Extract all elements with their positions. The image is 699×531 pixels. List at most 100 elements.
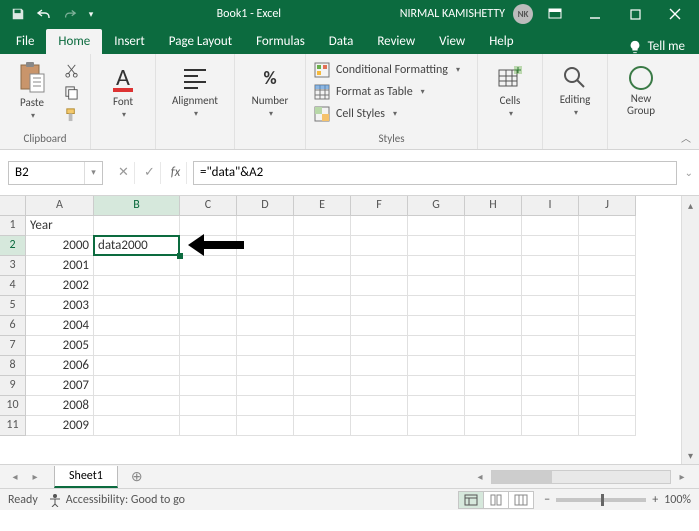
cell[interactable] [237, 236, 294, 256]
cell[interactable] [180, 316, 237, 336]
cell[interactable] [237, 416, 294, 436]
cell[interactable] [294, 216, 351, 236]
horizontal-scrollbar[interactable] [491, 470, 671, 484]
cell[interactable] [579, 236, 636, 256]
cell[interactable] [522, 216, 579, 236]
cell[interactable] [408, 376, 465, 396]
cell[interactable] [579, 396, 636, 416]
vertical-scrollbar[interactable]: ▴ ▾ [681, 196, 699, 464]
cell[interactable] [237, 356, 294, 376]
cell[interactable] [579, 336, 636, 356]
cell[interactable] [522, 336, 579, 356]
cell[interactable] [351, 256, 408, 276]
cell[interactable] [294, 256, 351, 276]
row-header[interactable]: 10 [0, 396, 26, 416]
column-header[interactable]: B [94, 196, 180, 216]
zoom-control[interactable]: − + 100% [544, 493, 691, 507]
cell[interactable] [579, 416, 636, 436]
cell[interactable] [465, 376, 522, 396]
cell[interactable]: 2001 [26, 256, 94, 276]
collapse-ribbon-icon[interactable]: ︿ [681, 130, 691, 145]
column-header[interactable]: E [294, 196, 351, 216]
user-avatar[interactable]: NK [513, 4, 533, 24]
cell[interactable] [351, 356, 408, 376]
cell[interactable] [522, 356, 579, 376]
cell[interactable] [351, 216, 408, 236]
cell[interactable] [408, 316, 465, 336]
maximize-icon[interactable] [617, 0, 653, 28]
cancel-formula-icon[interactable]: ✕ [113, 162, 135, 184]
cell[interactable] [465, 356, 522, 376]
editing-button[interactable]: Editing▾ [551, 58, 599, 124]
cells-button[interactable]: Cells▾ [486, 58, 534, 124]
cell[interactable] [237, 376, 294, 396]
column-header[interactable]: D [237, 196, 294, 216]
cell[interactable] [351, 296, 408, 316]
cell[interactable] [465, 276, 522, 296]
select-all-corner[interactable] [0, 196, 26, 216]
cell[interactable]: 2000 [26, 236, 94, 256]
cell[interactable] [351, 336, 408, 356]
ribbon-display-icon[interactable] [537, 0, 573, 28]
cell[interactable]: 2002 [26, 276, 94, 296]
new-group-button[interactable]: New Group [616, 58, 666, 124]
cell[interactable] [94, 256, 180, 276]
cell[interactable]: 2007 [26, 376, 94, 396]
row-header[interactable]: 3 [0, 256, 26, 276]
worksheet-grid[interactable]: ABCDEFGHIJ 1234567891011 Year2000data200… [0, 196, 699, 464]
copy-icon[interactable] [60, 82, 82, 102]
cell[interactable] [579, 276, 636, 296]
cell[interactable] [237, 296, 294, 316]
cell[interactable] [351, 276, 408, 296]
expand-formula-icon[interactable]: ⌄ [685, 166, 693, 179]
zoom-out-icon[interactable]: − [544, 493, 550, 507]
cell[interactable] [579, 296, 636, 316]
cell[interactable] [94, 216, 180, 236]
cell[interactable] [465, 316, 522, 336]
cell[interactable] [351, 236, 408, 256]
redo-icon[interactable] [58, 3, 82, 25]
cell[interactable] [180, 396, 237, 416]
row-header[interactable]: 1 [0, 216, 26, 236]
cell[interactable] [522, 416, 579, 436]
insert-function-icon[interactable]: fx [165, 162, 187, 184]
cell[interactable] [579, 216, 636, 236]
cell[interactable] [94, 296, 180, 316]
cell[interactable]: 2006 [26, 356, 94, 376]
tab-file[interactable]: File [4, 29, 46, 54]
cell[interactable] [522, 376, 579, 396]
hscroll-right-icon[interactable]: ▸ [673, 468, 691, 486]
format-as-table-button[interactable]: Format as Table▾ [314, 82, 469, 102]
cut-icon[interactable] [60, 60, 82, 80]
scroll-up-icon[interactable]: ▴ [682, 196, 699, 214]
cell[interactable] [180, 296, 237, 316]
tab-page-layout[interactable]: Page Layout [157, 29, 244, 54]
cell[interactable] [465, 416, 522, 436]
cell[interactable]: 2005 [26, 336, 94, 356]
qat-customize-icon[interactable]: ▾ [84, 3, 98, 25]
fill-handle[interactable] [177, 253, 183, 259]
column-header[interactable]: J [579, 196, 636, 216]
cell[interactable] [522, 316, 579, 336]
cell[interactable] [408, 396, 465, 416]
normal-view-icon[interactable] [458, 491, 484, 509]
row-header[interactable]: 2 [0, 236, 26, 256]
cell[interactable] [294, 276, 351, 296]
cell[interactable] [294, 236, 351, 256]
scroll-down-icon[interactable]: ▾ [682, 446, 699, 464]
cell[interactable] [465, 236, 522, 256]
tab-view[interactable]: View [427, 29, 477, 54]
cell-styles-button[interactable]: Cell Styles▾ [314, 104, 469, 124]
cell[interactable] [180, 336, 237, 356]
cell[interactable] [522, 296, 579, 316]
cell[interactable] [522, 276, 579, 296]
cell[interactable] [94, 376, 180, 396]
zoom-slider[interactable] [556, 498, 646, 502]
cell[interactable] [180, 216, 237, 236]
namebox-dropdown-icon[interactable]: ▾ [84, 162, 102, 184]
page-break-view-icon[interactable] [508, 491, 534, 509]
cell[interactable] [465, 336, 522, 356]
cell[interactable] [294, 396, 351, 416]
cell[interactable] [94, 276, 180, 296]
cell[interactable] [408, 296, 465, 316]
